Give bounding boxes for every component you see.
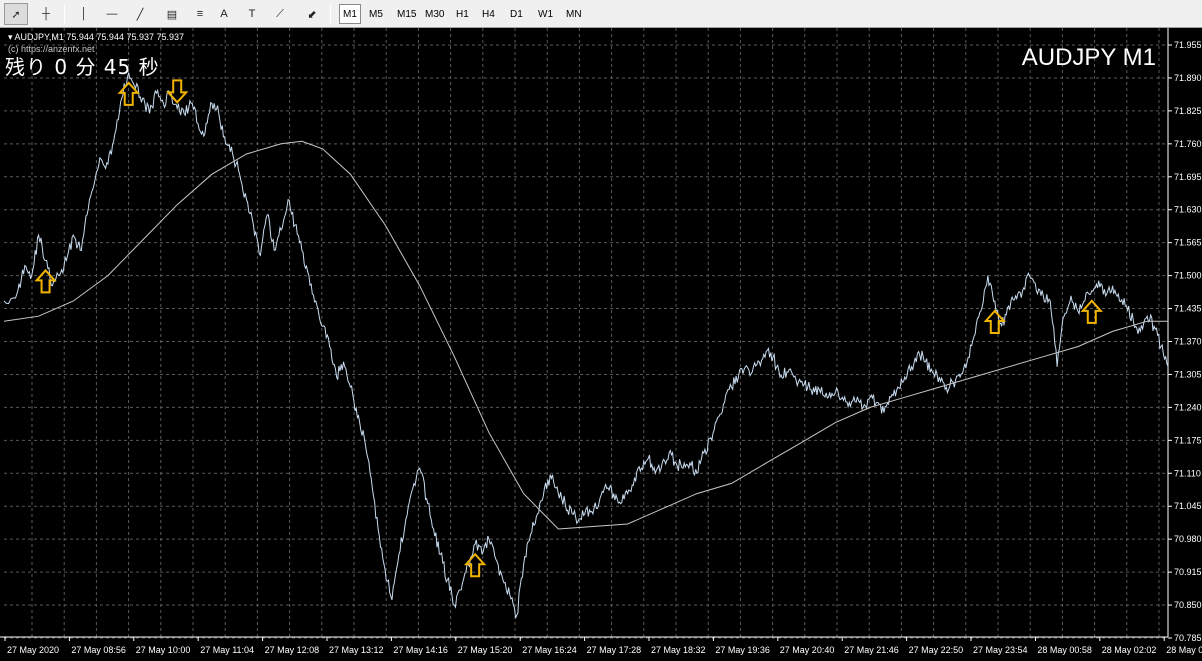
price-chart[interactable]: 71.955 71.890 71.825 71.760 71.695 71.630 71.5… [0, 28, 1202, 661]
y-tick-label: 70.980 [1174, 534, 1202, 544]
y-tick-label: 71.890 [1174, 73, 1202, 83]
timeframe-m30[interactable]: M30 [422, 4, 447, 24]
x-tick-label: 27 May 22:50 [909, 645, 964, 655]
timeframe-d1[interactable]: D1 [507, 4, 526, 24]
timeframe-mn[interactable]: MN [563, 4, 585, 24]
vertical-line-icon[interactable]: │ [72, 3, 96, 25]
x-tick-label: 27 May 2020 [7, 645, 59, 655]
toolbar-separator [64, 4, 65, 24]
x-tick-label: 27 May 20:40 [780, 645, 835, 655]
x-tick-label: 27 May 16:24 [522, 645, 577, 655]
chart-menu-icon[interactable]: ▾ [8, 32, 13, 42]
symbol-info: ▾ AUDJPY,M1 75.944 75.944 75.937 75.937 [8, 32, 184, 43]
timeframe-m1[interactable]: M1 [339, 4, 361, 24]
x-tick-label: 27 May 15:20 [458, 645, 513, 655]
timeframe-h4[interactable]: H4 [479, 4, 498, 24]
y-tick-label: 71.695 [1174, 172, 1202, 182]
price-series-line [3, 72, 1169, 619]
y-tick-label: 71.565 [1174, 238, 1202, 248]
x-tick-label: 28 May 03 [1166, 645, 1202, 655]
x-tick-label: 27 May 14:16 [393, 645, 448, 655]
y-tick-label: 70.850 [1174, 600, 1202, 610]
x-tick-label: 27 May 21:46 [844, 645, 899, 655]
x-tick-label: 27 May 13:12 [329, 645, 384, 655]
y-tick-label: 70.785 [1174, 633, 1202, 643]
candle-countdown: 残り 0 分 45 秒 [5, 55, 160, 79]
buy-signal-arrow-icon [1080, 299, 1104, 324]
toolbar: ➚ ┼ │ — ╱ ▤ ≡ A T ⟋ ⬋ M1 M5 M15 M30 H1 H4 D1 W1 MN [0, 0, 1202, 28]
chart-area[interactable]: 71.955 71.890 71.825 71.760 71.695 71.630 71.5… [0, 28, 1202, 661]
y-tick-label: 70.915 [1174, 567, 1202, 577]
timeframe-m15[interactable]: M15 [394, 4, 419, 24]
trendline-icon[interactable]: ╱ [128, 3, 152, 25]
y-tick-label: 71.630 [1174, 205, 1202, 215]
timeframe-h1[interactable]: H1 [453, 4, 472, 24]
x-tick-label: 27 May 23:54 [973, 645, 1028, 655]
buy-signal-arrow-icon [34, 268, 57, 294]
y-tick-label: 71.045 [1174, 501, 1202, 511]
x-tick-label: 27 May 12:08 [265, 645, 320, 655]
y-tick-label: 71.760 [1174, 139, 1202, 149]
y-tick-label: 71.435 [1174, 304, 1202, 314]
timeframe-m5[interactable]: M5 [366, 4, 386, 24]
y-tick-label: 71.955 [1174, 40, 1202, 50]
crosshair-icon[interactable]: ┼ [34, 3, 58, 25]
text-label-icon[interactable]: T [240, 3, 264, 25]
equidistant-channel-icon[interactable]: ▤ [160, 3, 184, 25]
fibonacci-fan-icon[interactable]: ⟋ [268, 3, 292, 25]
y-tick-label: 71.175 [1174, 435, 1202, 445]
fibonacci-retracement-icon[interactable]: ≡ [188, 3, 212, 25]
toolbar-separator [330, 4, 331, 24]
buy-signal-arrow-icon [463, 552, 487, 578]
x-tick-label: 27 May 11:04 [200, 645, 254, 655]
chart-title: AUDJPY M1 [1021, 44, 1156, 71]
text-icon[interactable]: A [212, 3, 236, 25]
sell-signal-arrow-icon [165, 79, 189, 104]
x-tick-label: 27 May 08:56 [71, 645, 126, 655]
arrow-shapes-icon[interactable]: ⬋ [300, 3, 324, 25]
x-tick-label: 28 May 00:58 [1037, 645, 1092, 655]
y-tick-label: 71.500 [1174, 271, 1202, 281]
horizontal-line-icon[interactable]: — [100, 3, 124, 25]
cursor-arrow-icon[interactable]: ➚ [4, 3, 28, 25]
y-tick-label: 71.110 [1174, 468, 1201, 478]
y-tick-label: 71.240 [1174, 402, 1202, 412]
symbol-info-text: AUDJPY,M1 75.944 75.944 75.937 75.937 [14, 32, 185, 42]
x-tick-label: 27 May 18:32 [651, 645, 706, 655]
moving-average-line [3, 140, 1168, 530]
y-tick-label: 71.305 [1174, 369, 1202, 379]
buy-signal-arrow-icon [983, 309, 1007, 334]
x-tick-label: 27 May 10:00 [136, 645, 191, 655]
x-tick-label: 28 May 02:02 [1102, 645, 1157, 655]
y-tick-label: 71.370 [1174, 337, 1202, 347]
y-tick-label: 71.825 [1174, 106, 1202, 116]
timeframe-w1[interactable]: W1 [535, 4, 556, 24]
x-tick-label: 27 May 17:28 [587, 645, 642, 655]
x-tick-label: 27 May 19:36 [715, 645, 770, 655]
